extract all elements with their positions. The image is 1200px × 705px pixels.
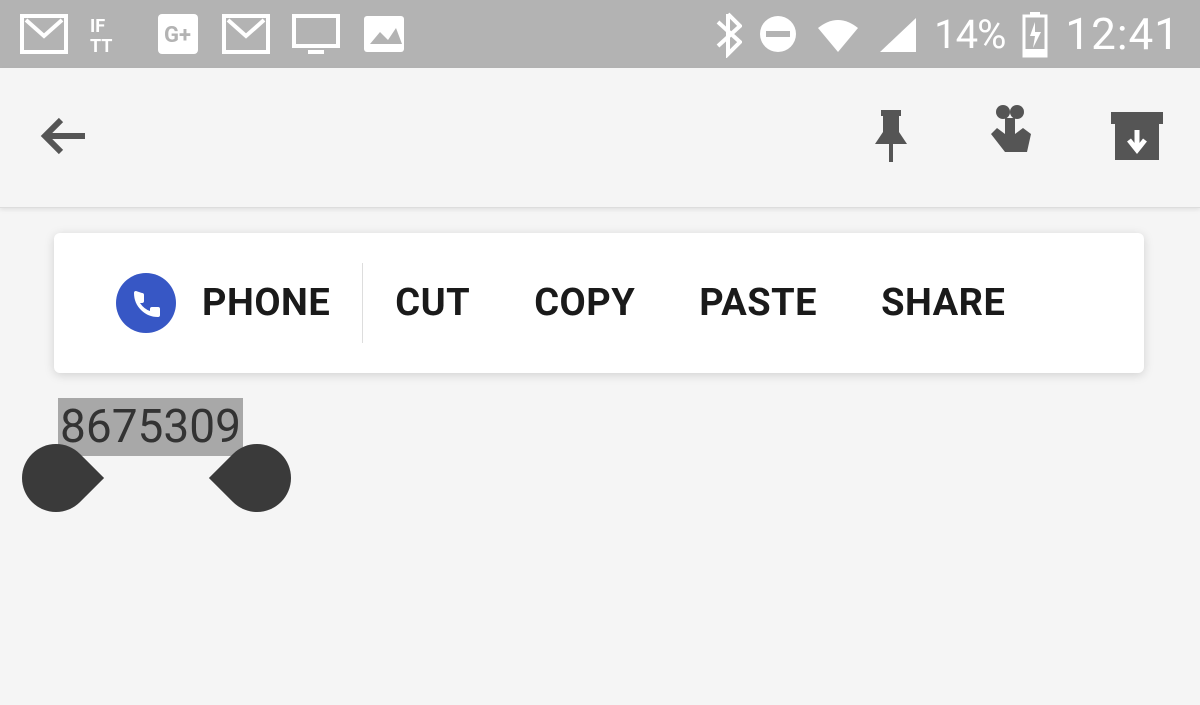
gmail-icon-2 [222,14,270,54]
signal-icon [878,14,918,54]
pin-button[interactable] [869,106,913,170]
status-bar: IFTT G+ 14% 12:41 [0,0,1200,68]
phone-action[interactable]: PHONE [84,273,362,333]
cut-label: CUT [395,281,470,325]
clock: 12:41 [1065,8,1180,60]
svg-text:G+: G+ [164,23,191,48]
battery-charging-icon [1021,10,1049,58]
app-bar [0,68,1200,208]
image-icon [362,14,406,54]
google-plus-icon: G+ [156,12,200,56]
wifi-icon [814,14,862,54]
copy-label: COPY [534,281,635,325]
bluetooth-icon [714,10,742,58]
svg-text:IF: IF [90,16,105,37]
selection-handle-left[interactable] [8,430,104,526]
selection-handle-right[interactable] [209,430,305,526]
paste-label: PASTE [699,281,817,325]
touch-input-button[interactable] [983,104,1039,172]
status-bar-right: 14% 12:41 [714,8,1180,60]
archive-button[interactable] [1109,110,1165,166]
selected-text[interactable]: 8675309 [58,398,243,456]
share-label: SHARE [881,281,1005,325]
ifttt-icon: IFTT [90,14,134,54]
phone-label: PHONE [202,281,330,325]
phone-icon [116,273,176,333]
gmail-icon [20,14,68,54]
display-icon [292,14,340,54]
share-action[interactable]: SHARE [849,281,1037,325]
paste-action[interactable]: PASTE [667,281,849,325]
app-bar-actions [869,104,1165,172]
svg-text:TT: TT [90,36,112,54]
status-bar-left: IFTT G+ [20,12,406,56]
back-button[interactable] [35,106,95,170]
cut-action[interactable]: CUT [363,281,502,325]
copy-action[interactable]: COPY [502,281,667,325]
text-selection-context-menu: PHONE CUT COPY PASTE SHARE [54,233,1144,373]
battery-percent: 14% [934,11,1005,58]
do-not-disturb-icon [758,14,798,54]
